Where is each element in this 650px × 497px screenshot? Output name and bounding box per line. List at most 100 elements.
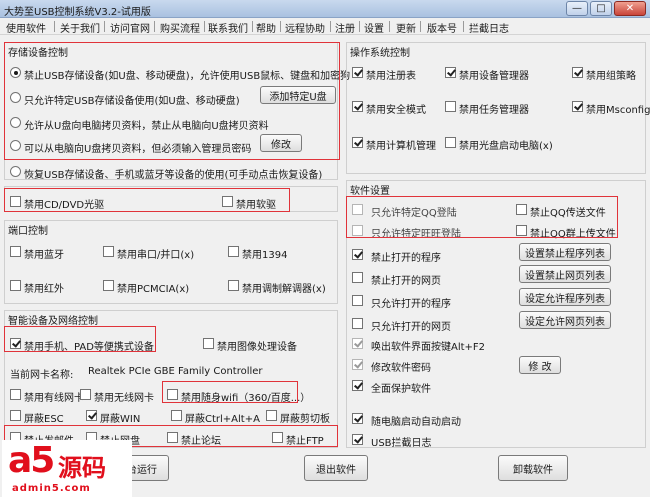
block-win-checkbox[interactable] xyxy=(86,410,97,421)
hotkey-checkbox[interactable] xyxy=(352,338,363,349)
block-win-label: 屏蔽WIN xyxy=(100,414,141,425)
block-webpage-checkbox[interactable] xyxy=(352,272,363,283)
wifi-highlight-frame xyxy=(162,381,298,403)
drive-highlight-frame xyxy=(4,188,290,212)
maximize-button[interactable]: □ xyxy=(590,1,612,16)
nic-name: Realtek PCIe GBE Family Controller xyxy=(88,366,263,377)
wireless-nic-checkbox[interactable] xyxy=(80,389,91,400)
logo-a5-text: a5 xyxy=(8,440,55,481)
block-clipboard-label: 屏蔽剪切板 xyxy=(280,414,330,425)
os-safemode-checkbox[interactable] xyxy=(352,101,363,112)
modem-checkbox[interactable] xyxy=(228,280,239,291)
change-password-button[interactable]: 修 改 xyxy=(519,356,561,374)
phone-highlight-frame xyxy=(4,326,156,352)
os-gpedit-checkbox[interactable] xyxy=(572,67,583,78)
menu-purchase[interactable]: 购买流程 xyxy=(160,20,200,35)
uninstall-software-button[interactable]: 卸载软件 xyxy=(498,455,568,481)
block-clipboard-checkbox[interactable] xyxy=(266,410,277,421)
storage-option-5-label: 恢复USB存储设备、手机或蓝牙等设备的使用(可手动点击恢复设备) xyxy=(24,170,323,181)
set-allow-program-button[interactable]: 设定允许程序列表 xyxy=(519,288,611,306)
change-password-checkbox[interactable] xyxy=(352,359,363,370)
wireless-nic-label: 禁用无线网卡 xyxy=(94,393,154,404)
storage-highlight-frame xyxy=(4,42,340,160)
menu-separator xyxy=(330,21,331,32)
os-registry-label: 禁用注册表 xyxy=(366,71,416,82)
block-program-checkbox[interactable] xyxy=(352,249,363,260)
imaging-checkbox[interactable] xyxy=(203,338,214,349)
menu-separator xyxy=(252,21,253,32)
allow-program-label: 只允许打开的程序 xyxy=(371,299,451,310)
autostart-checkbox[interactable] xyxy=(352,413,363,424)
menu-separator xyxy=(280,21,281,32)
os-safemode-label: 禁用安全模式 xyxy=(366,105,426,116)
os-cdboot-checkbox[interactable] xyxy=(445,137,456,148)
menu-separator xyxy=(420,21,421,32)
nic-label: 当前网卡名称: xyxy=(10,370,74,381)
block-program-label: 禁止打开的程序 xyxy=(371,253,441,264)
block-ctrlalt-checkbox[interactable] xyxy=(171,410,182,421)
menu-separator xyxy=(54,21,55,32)
menu-update[interactable]: 更新 xyxy=(396,20,416,35)
a5-watermark-logo: a5 源码 admin5.com xyxy=(2,440,132,497)
storage-option-5-radio[interactable] xyxy=(10,166,21,177)
menu-remote-assist[interactable]: 远程协助 xyxy=(285,20,325,35)
logo-cn-text: 源码 xyxy=(58,454,106,482)
ieee1394-checkbox[interactable] xyxy=(228,246,239,257)
menu-about-us[interactable]: 关于我们 xyxy=(60,20,100,35)
usb-log-label: USB拦截日志 xyxy=(371,438,432,449)
os-taskmgr-checkbox[interactable] xyxy=(445,101,456,112)
wired-nic-checkbox[interactable] xyxy=(10,389,21,400)
menu-block-log[interactable]: 拦截日志 xyxy=(469,20,509,35)
pcmcia-checkbox[interactable] xyxy=(103,280,114,291)
menu-separator xyxy=(104,21,105,32)
os-compmgmt-checkbox[interactable] xyxy=(352,137,363,148)
os-gpedit-label: 禁用组策略 xyxy=(586,71,636,82)
menu-visit-site[interactable]: 访问官网 xyxy=(110,20,150,35)
window-title: 大势至USB控制系统V3.2-试用版 xyxy=(4,7,151,18)
set-block-program-button[interactable]: 设置禁止程序列表 xyxy=(519,243,611,261)
block-esc-checkbox[interactable] xyxy=(10,410,21,421)
usb-log-checkbox[interactable] xyxy=(352,434,363,445)
menu-settings[interactable]: 设置 xyxy=(364,20,384,35)
pcmcia-label: 禁用PCMCIA(x) xyxy=(117,284,190,295)
menu-use-software[interactable]: 使用软件 xyxy=(6,20,46,35)
menu-separator xyxy=(389,21,390,32)
exit-software-button[interactable]: 退出软件 xyxy=(304,455,368,481)
set-block-webpage-button[interactable]: 设置禁止网页列表 xyxy=(519,265,611,283)
menu-help[interactable]: 帮助 xyxy=(256,20,276,35)
minimize-button[interactable]: — xyxy=(566,1,588,16)
infrared-checkbox[interactable] xyxy=(10,280,21,291)
menu-separator xyxy=(154,21,155,32)
allow-webpage-checkbox[interactable] xyxy=(352,318,363,329)
os-msconfig-checkbox[interactable] xyxy=(572,101,583,112)
menu-version[interactable]: 版本号 xyxy=(427,20,457,35)
serial-port-checkbox[interactable] xyxy=(103,246,114,257)
menu-separator xyxy=(359,21,360,32)
title-bar: 大势至USB控制系统V3.2-试用版 — □ ✕ xyxy=(0,0,650,18)
close-button[interactable]: ✕ xyxy=(614,1,646,16)
block-ctrlalt-label: 屏蔽Ctrl+Alt+A xyxy=(185,414,260,425)
menu-contact[interactable]: 联系我们 xyxy=(208,20,248,35)
full-protect-checkbox[interactable] xyxy=(352,380,363,391)
os-compmgmt-label: 禁用计算机管理 xyxy=(366,141,436,152)
os-msconfig-label: 禁用Msconfig xyxy=(586,105,650,116)
logo-url-text: admin5.com xyxy=(12,483,91,494)
serial-port-label: 禁用串口/并口(x) xyxy=(117,250,195,261)
wired-nic-label: 禁用有线网卡 xyxy=(24,393,84,404)
block-esc-label: 屏蔽ESC xyxy=(24,414,64,425)
os-devmgr-label: 禁用设备管理器 xyxy=(459,71,529,82)
menu-register[interactable]: 注册 xyxy=(335,20,355,35)
allow-webpage-label: 只允许打开的网页 xyxy=(371,322,451,333)
ieee1394-label: 禁用1394 xyxy=(242,250,288,261)
os-registry-checkbox[interactable] xyxy=(352,67,363,78)
full-protect-label: 全面保护软件 xyxy=(371,384,431,395)
bluetooth-checkbox[interactable] xyxy=(10,246,21,257)
set-allow-webpage-button[interactable]: 设定允许网页列表 xyxy=(519,311,611,329)
autostart-label: 随电脑启动自动启动 xyxy=(371,417,461,428)
os-cdboot-label: 禁用光盘启动电脑(x) xyxy=(459,141,553,152)
allow-program-checkbox[interactable] xyxy=(352,295,363,306)
os-taskmgr-label: 禁用任务管理器 xyxy=(459,105,529,116)
port-group-title: 端口控制 xyxy=(8,226,48,237)
os-devmgr-checkbox[interactable] xyxy=(445,67,456,78)
menu-bar: 使用软件 关于我们 访问官网 购买流程 联系我们 帮助 远程协助 注册 设置 更… xyxy=(0,18,650,35)
